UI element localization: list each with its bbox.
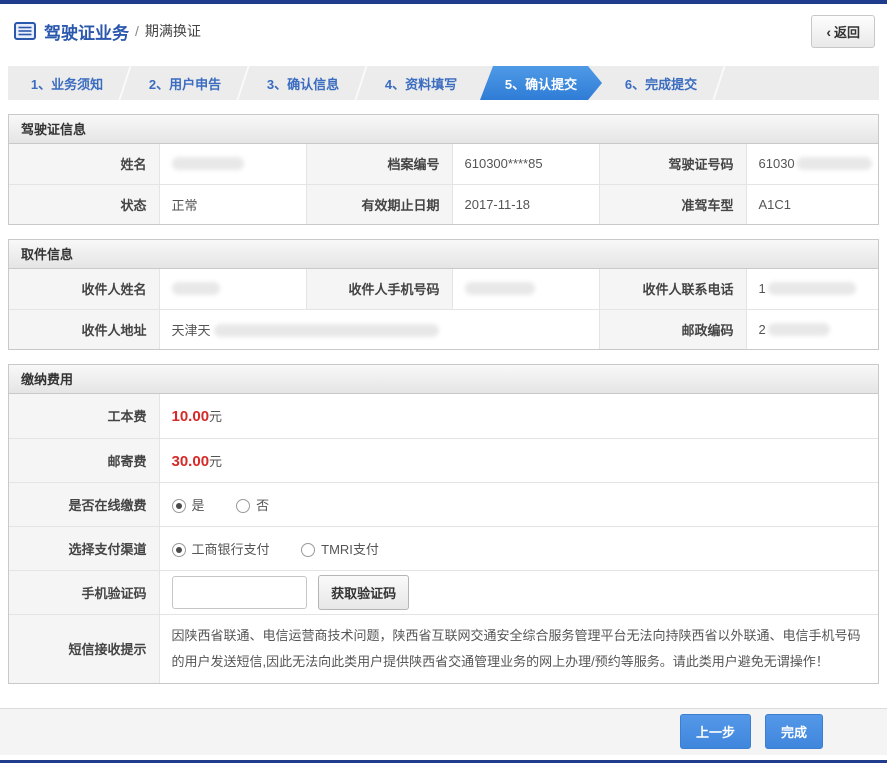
step-4-fill-data[interactable]: 4、资料填写 <box>362 66 480 100</box>
radio-no[interactable] <box>236 498 251 513</box>
name-value-redacted <box>158 144 306 184</box>
vehicle-type-value: A1C1 <box>745 183 878 224</box>
table-row: 收件人姓名 收件人手机号码 收件人联系电话 1 <box>9 269 878 309</box>
mail-fee-label: 邮寄费 <box>9 437 159 482</box>
expiry-value: 2017-11-18 <box>451 183 599 224</box>
status-value: 正常 <box>158 183 306 224</box>
sms-code-label: 手机验证码 <box>9 569 159 614</box>
pay-online-label: 是否在线缴费 <box>9 481 159 526</box>
step-5-confirm-submit-active[interactable]: 5、确认提交 <box>480 66 602 100</box>
recipient-name-label: 收件人姓名 <box>9 269 159 309</box>
redaction-blob <box>796 157 872 171</box>
table-row: 短信接收提示 因陕西省联通、电信运营商技术问题，陕西省互联网交通安全综合服务管理… <box>9 613 878 683</box>
redaction-blob <box>464 282 535 296</box>
step-nav: 1、业务须知 2、用户申告 3、确认信息 4、资料填写 5、确认提交 6、完成提… <box>8 66 879 100</box>
mail-fee-value: 30.00元 <box>158 437 878 482</box>
section-pickup-info: 取件信息 收件人姓名 收件人手机号码 收件人联系电话 1 收件人地址 天津天 邮… <box>8 239 879 350</box>
sms-notice-text: 因陕西省联通、电信运营商技术问题，陕西省互联网交通安全综合服务管理平台无法向持陕… <box>158 613 878 683</box>
card-fee-value: 10.00元 <box>158 394 878 438</box>
file-number-label: 档案编号 <box>305 144 452 184</box>
vehicle-type-label: 准驾车型 <box>598 183 746 224</box>
expiry-label: 有效期止日期 <box>305 183 452 224</box>
table-row: 选择支付渠道 工商银行支付 TMRI支付 <box>9 525 878 570</box>
step-nav-filler <box>720 66 879 100</box>
bottom-brand-bar <box>0 759 887 763</box>
finish-button[interactable]: 完成 <box>764 714 823 749</box>
chevron-left-icon: ‹ <box>826 23 831 40</box>
section-fees: 缴纳费用 工本费 10.00元 邮寄费 30.00元 是否在线缴费 是 否 选择… <box>8 364 879 684</box>
radio-yes-selected[interactable] <box>171 498 186 513</box>
license-number-label: 驾驶证号码 <box>598 144 746 184</box>
step-1-business-notice[interactable]: 1、业务须知 <box>8 66 133 100</box>
radio-icbc-label[interactable]: 工商银行支付 <box>192 542 270 557</box>
sms-code-input[interactable] <box>171 575 307 609</box>
table-row: 工本费 10.00元 <box>9 394 878 438</box>
radio-no-label[interactable]: 否 <box>256 498 269 513</box>
page-header: 驾驶证业务 / 期满换证 ‹ 返回 <box>0 4 887 58</box>
recipient-mobile-value-redacted <box>451 269 599 309</box>
breadcrumb-separator: / <box>135 23 139 39</box>
file-number-value: 610300****85 <box>451 144 599 184</box>
zip-code-value: 2 <box>745 308 878 349</box>
form-footer: 上一步 完成 <box>0 707 887 755</box>
recipient-mobile-label: 收件人手机号码 <box>305 269 452 309</box>
step-6-complete-submit[interactable]: 6、完成提交 <box>602 66 727 100</box>
recipient-name-value-redacted <box>158 269 306 309</box>
table-row: 收件人地址 天津天 邮政编码 2 <box>9 308 878 349</box>
card-fee-label: 工本费 <box>9 394 159 438</box>
page-title: 驾驶证业务 <box>44 23 129 43</box>
zip-code-label: 邮政编码 <box>598 308 746 349</box>
status-label: 状态 <box>9 183 159 224</box>
sms-code-field-row: 获取验证码 <box>158 569 878 614</box>
breadcrumb-current: 期满换证 <box>144 23 201 39</box>
recipient-address-value: 天津天 <box>158 308 599 349</box>
get-sms-code-button[interactable]: 获取验证码 <box>318 574 410 610</box>
back-button-label: 返回 <box>833 24 860 40</box>
recipient-phone-value: 1 <box>745 269 878 309</box>
table-row: 手机验证码 获取验证码 <box>9 569 878 614</box>
step-3-confirm-info[interactable]: 3、确认信息 <box>244 66 369 100</box>
radio-icbc-selected[interactable] <box>171 542 186 557</box>
redaction-blob <box>767 282 856 296</box>
radio-tmri[interactable] <box>301 542 316 557</box>
table-row: 是否在线缴费 是 否 <box>9 481 878 526</box>
pay-channel-options: 工商银行支付 TMRI支付 <box>158 525 878 570</box>
radio-yes-label[interactable]: 是 <box>192 498 205 513</box>
pickup-table: 收件人姓名 收件人手机号码 收件人联系电话 1 收件人地址 天津天 邮政编码 2 <box>9 269 878 349</box>
recipient-phone-label: 收件人联系电话 <box>598 269 746 309</box>
pay-online-options: 是 否 <box>158 481 878 526</box>
redaction-blob <box>171 157 244 171</box>
section-pickup-title: 取件信息 <box>9 240 878 269</box>
table-row: 姓名 档案编号 610300****85 驾驶证号码 61030 <box>9 144 878 184</box>
section-license-title: 驾驶证信息 <box>9 115 878 144</box>
section-fees-title: 缴纳费用 <box>9 365 878 394</box>
recipient-address-label: 收件人地址 <box>9 308 159 349</box>
previous-step-button[interactable]: 上一步 <box>679 714 751 749</box>
license-table: 姓名 档案编号 610300****85 驾驶证号码 61030 状态 正常 有… <box>9 144 878 224</box>
license-number-value: 61030 <box>745 144 878 184</box>
pay-channel-label: 选择支付渠道 <box>9 525 159 570</box>
redaction-blob <box>213 323 439 337</box>
redaction-blob <box>171 282 220 296</box>
back-button[interactable]: ‹ 返回 <box>811 14 875 48</box>
section-license-info: 驾驶证信息 姓名 档案编号 610300****85 驾驶证号码 61030 状… <box>8 114 879 225</box>
radio-tmri-label[interactable]: TMRI支付 <box>321 542 379 557</box>
step-2-user-declaration[interactable]: 2、用户申告 <box>126 66 251 100</box>
sms-notice-label: 短信接收提示 <box>9 613 159 683</box>
table-row: 状态 正常 有效期止日期 2017-11-18 准驾车型 A1C1 <box>9 183 878 224</box>
name-label: 姓名 <box>9 144 159 184</box>
table-row: 邮寄费 30.00元 <box>9 437 878 482</box>
list-icon <box>14 22 36 40</box>
redaction-blob <box>767 322 830 336</box>
fees-table: 工本费 10.00元 邮寄费 30.00元 是否在线缴费 是 否 选择支付渠道 … <box>9 394 878 683</box>
